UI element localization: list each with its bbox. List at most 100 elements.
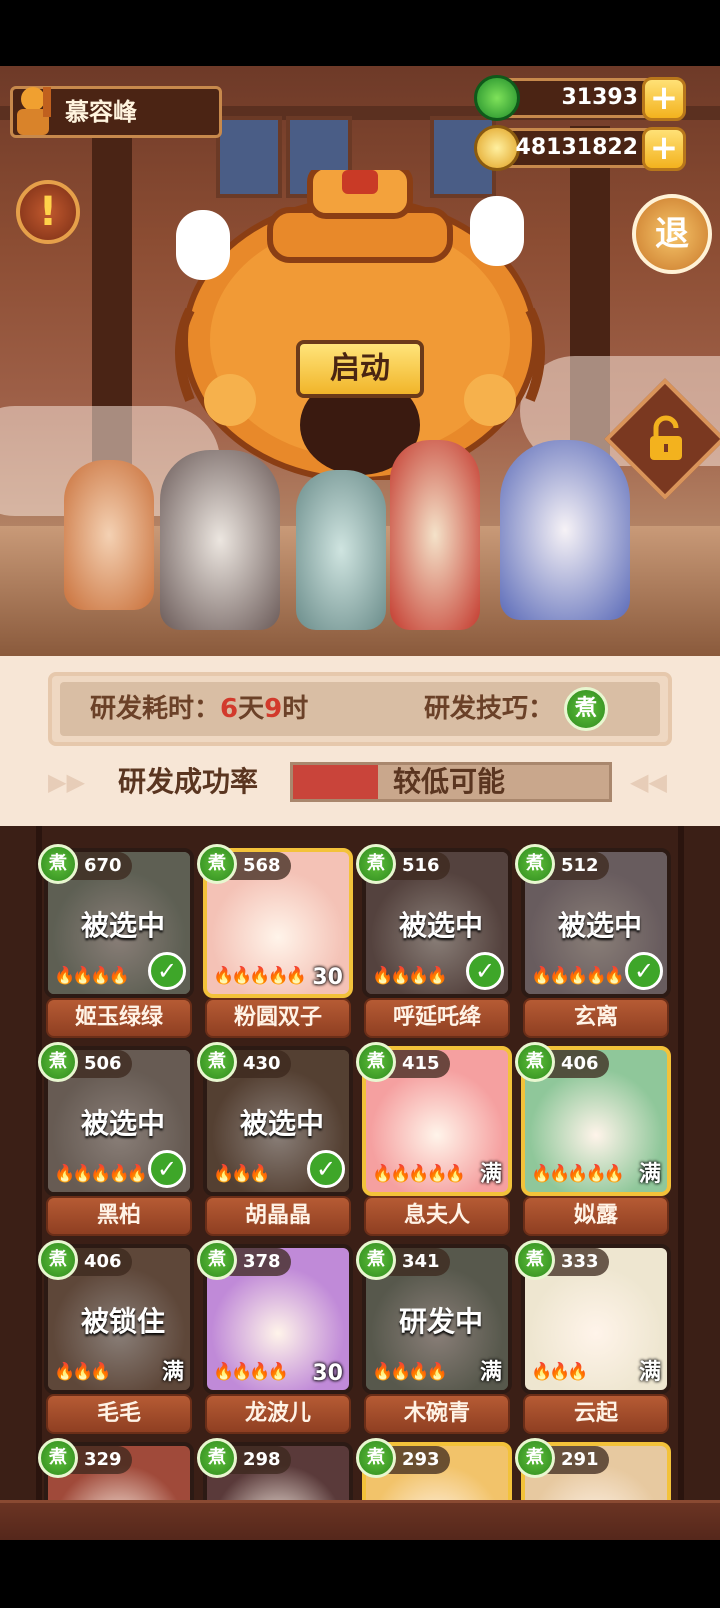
player-name: 慕容峰 <box>65 98 137 126</box>
character-name: 姬玉绿绿 <box>46 998 192 1038</box>
flame-rating-icon: 🔥🔥🔥🔥 <box>372 1362 448 1382</box>
character-card[interactable]: 🔥🔥🔥🔥 30 378 煮龙波儿 <box>197 1240 353 1434</box>
character-rank: 满 <box>479 1162 502 1187</box>
cook-skill-badge: 煮 <box>38 1438 78 1478</box>
success-rate-label: 研发成功率 <box>118 765 259 798</box>
character-card[interactable]: 🔥🔥🔥🔥🔥 满 415 煮息夫人 <box>356 1042 512 1236</box>
start-button[interactable]: 启动 <box>296 340 424 398</box>
add-jade-button[interactable]: + <box>642 77 686 121</box>
research-hours: 9 <box>264 694 283 724</box>
cook-skill-badge: 煮 <box>356 1042 396 1082</box>
flame-rating-icon: 🔥🔥🔥🔥🔥 <box>531 966 625 986</box>
flame-rating-icon: 🔥🔥🔥 <box>54 1362 111 1382</box>
research-time: 研发耗时：6天9时 <box>90 682 308 736</box>
character-status: 被选中 <box>80 1107 165 1140</box>
character-rank: 满 <box>479 1360 502 1385</box>
character-level: 293 <box>402 1449 440 1470</box>
character-sprite <box>160 450 280 630</box>
character-name: 胡晶晶 <box>205 1196 351 1236</box>
exit-button[interactable]: 退 <box>632 194 712 274</box>
character-level: 341 <box>402 1251 440 1272</box>
character-card[interactable]: 被选中 🔥🔥🔥🔥 ✓ 670 煮姬玉绿绿 <box>38 844 194 1038</box>
jade-value: 31393 <box>561 85 638 110</box>
character-status: 被选中 <box>80 909 165 942</box>
coin-icon <box>474 125 520 171</box>
character-rank: 满 <box>161 1360 184 1385</box>
character-status: 被锁住 <box>80 1305 165 1338</box>
alert-button[interactable]: ! <box>16 180 80 244</box>
cook-skill-badge: 煮 <box>356 844 396 884</box>
character-card[interactable]: 🔥🔥🔥 满 333 煮云起 <box>515 1240 671 1434</box>
character-name: 玄离 <box>523 998 669 1038</box>
rabbit-right <box>470 196 524 266</box>
character-card[interactable]: 被锁住 🔥🔥🔥 满 406 煮毛毛 <box>38 1240 194 1434</box>
cook-skill-badge: 煮 <box>38 844 78 884</box>
character-name: 黑柏 <box>46 1196 192 1236</box>
success-rate-bar: 较低可能 <box>290 762 612 802</box>
character-status: 研发中 <box>398 1305 483 1338</box>
research-days: 6 <box>220 694 239 724</box>
cook-skill-badge: 煮 <box>38 1042 78 1082</box>
flame-rating-icon: 🔥🔥🔥 <box>213 1164 270 1184</box>
skill-cook-badge: 煮 <box>564 687 608 731</box>
rabbit-left <box>176 210 230 280</box>
cook-skill-badge: 煮 <box>515 1240 555 1280</box>
character-rank: 满 <box>638 1162 661 1187</box>
cook-skill-badge: 煮 <box>515 844 555 884</box>
cook-skill-badge: 煮 <box>356 1240 396 1280</box>
research-skill-label: 研发技巧： <box>424 694 555 724</box>
cook-skill-badge: 煮 <box>515 1438 555 1478</box>
character-level: 378 <box>243 1251 281 1272</box>
character-grid[interactable]: 被选中 🔥🔥🔥🔥 ✓ 670 煮姬玉绿绿 🔥🔥🔥🔥🔥 30 568 煮粉圆双子 被选中 🔥🔥🔥🔥 ✓ 5… <box>0 826 720 1540</box>
character-card[interactable]: 被选中 🔥🔥🔥🔥🔥 ✓ 512 煮玄离 <box>515 844 671 1038</box>
character-level: 406 <box>561 1053 599 1074</box>
status-bar <box>0 0 720 66</box>
character-rank: 满 <box>638 1360 661 1385</box>
character-sprite <box>296 470 386 630</box>
character-level: 329 <box>84 1449 122 1470</box>
coin-counter: 48131822 + <box>474 125 686 171</box>
character-level: 298 <box>243 1449 281 1470</box>
character-card[interactable]: 被选中 🔥🔥🔥🔥 ✓ 516 煮呼延吒绛 <box>356 844 512 1038</box>
character-card[interactable]: 被选中 🔥🔥🔥🔥🔥 ✓ 506 煮黑柏 <box>38 1042 194 1236</box>
character-rank: 30 <box>312 965 343 990</box>
character-level: 333 <box>561 1251 599 1272</box>
character-card[interactable]: 🔥🔥🔥🔥🔥 30 568 煮粉圆双子 <box>197 844 353 1038</box>
chevron-right-icon: ◀◀ <box>630 768 667 796</box>
chef-avatar-icon <box>17 87 51 135</box>
character-level: 568 <box>243 855 281 876</box>
selected-check-icon: ✓ <box>148 1150 186 1188</box>
character-card[interactable]: 研发中 🔥🔥🔥🔥 满 341 煮木碗青 <box>356 1240 512 1434</box>
flame-rating-icon: 🔥🔥🔥🔥🔥 <box>372 1164 466 1184</box>
flame-rating-icon: 🔥🔥🔥 <box>531 1362 588 1382</box>
flame-rating-icon: 🔥🔥🔥🔥 <box>213 1362 289 1382</box>
character-status: 被选中 <box>398 909 483 942</box>
selected-check-icon: ✓ <box>466 952 504 990</box>
chevron-left-icon: ▶▶ <box>48 768 85 796</box>
cook-skill-badge: 煮 <box>38 1240 78 1280</box>
character-card[interactable]: 被选中 🔥🔥🔥 ✓ 430 煮胡晶晶 <box>197 1042 353 1236</box>
character-name: 云起 <box>523 1394 669 1434</box>
character-name: 木碗青 <box>364 1394 510 1434</box>
character-card[interactable]: 🔥🔥🔥🔥🔥 满 406 煮姒露 <box>515 1042 671 1236</box>
character-level: 415 <box>402 1053 440 1074</box>
research-time-label: 研发耗时： <box>90 694 221 724</box>
add-coins-button[interactable]: + <box>642 127 686 171</box>
unlock-icon <box>650 415 682 460</box>
player-nameplate[interactable]: 慕容峰 <box>10 86 222 138</box>
selected-check-icon: ✓ <box>148 952 186 990</box>
flame-rating-icon: 🔥🔥🔥🔥🔥 <box>213 966 307 986</box>
hour-unit: 时 <box>282 694 309 724</box>
day-unit: 天 <box>238 694 265 724</box>
character-name: 毛毛 <box>46 1394 192 1434</box>
success-rate-text: 较低可能 <box>393 765 506 798</box>
character-name: 龙波儿 <box>205 1394 351 1434</box>
cook-skill-badge: 煮 <box>197 1240 237 1280</box>
character-level: 512 <box>561 855 599 876</box>
character-status: 被选中 <box>239 1107 324 1140</box>
character-sprite <box>64 460 154 610</box>
flame-rating-icon: 🔥🔥🔥🔥🔥 <box>54 1164 148 1184</box>
jade-icon <box>474 75 520 121</box>
character-name: 姒露 <box>523 1196 669 1236</box>
cook-skill-badge: 煮 <box>356 1438 396 1478</box>
